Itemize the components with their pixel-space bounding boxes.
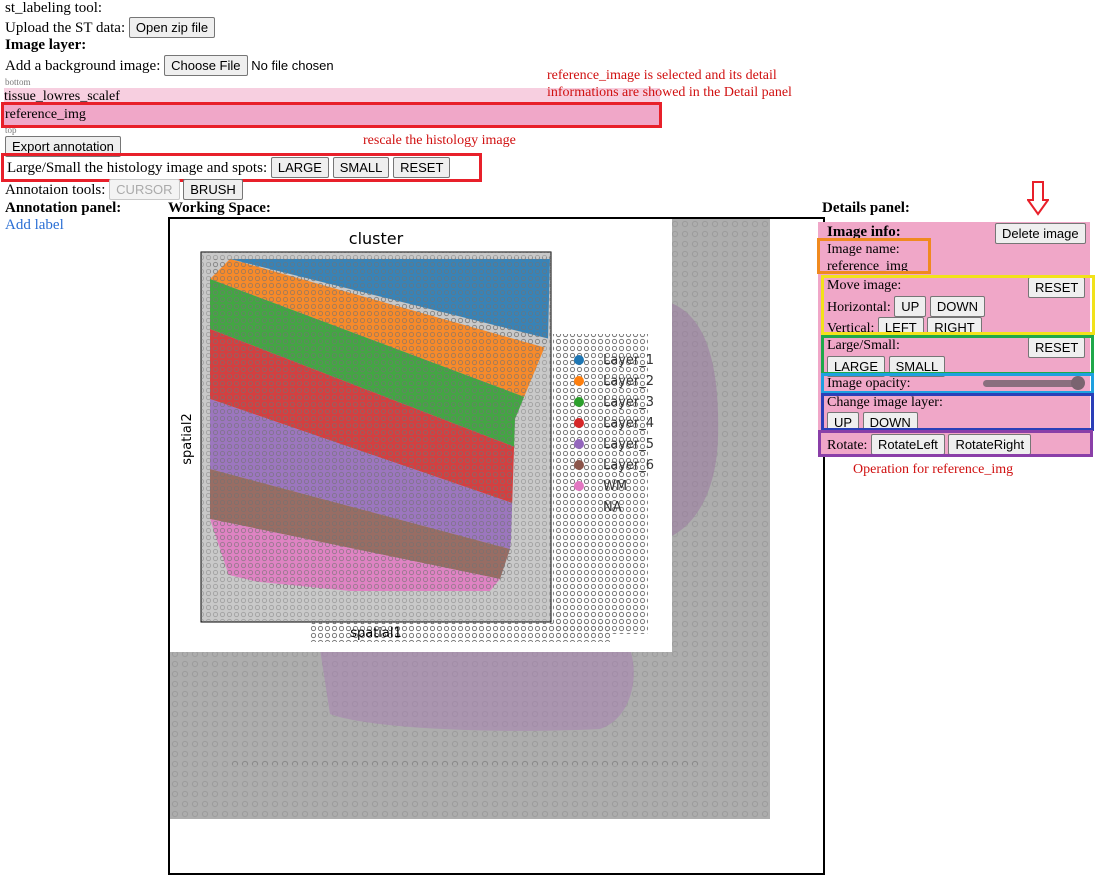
legend-marker [574, 481, 584, 491]
chart-xlabel: spatial1 [350, 626, 402, 641]
background-label: Add a background image: [5, 58, 161, 74]
no-file-text: No file chosen [251, 58, 334, 73]
legend-marker [574, 439, 584, 449]
open-zip-button[interactable]: Open zip file [128, 17, 216, 38]
arrow-down-icon [1027, 181, 1049, 216]
legend-label: Layer_2 [603, 374, 654, 389]
chart-title: cluster [349, 229, 404, 248]
selected-note: reference_image is selected and its deta… [547, 67, 792, 101]
working-space-heading: Working Space: [168, 200, 271, 216]
scale-highlight-box [1, 153, 482, 182]
add-label-link[interactable]: Add label [5, 217, 64, 234]
cluster-spot-grid [210, 257, 550, 591]
details-heading: Details panel: [822, 200, 910, 216]
legend-label: NA [603, 500, 622, 515]
spot-row-bottom [230, 759, 700, 765]
opacity-box [821, 373, 1094, 394]
image-name-box [817, 238, 931, 274]
rescale-note: rescale the histology image [363, 133, 516, 148]
legend-label: WM [603, 479, 627, 494]
upload-row: Upload the ST data: Open zip file [5, 17, 216, 38]
legend-marker [574, 355, 584, 365]
change-layer-box [821, 393, 1094, 431]
annotation-panel-heading: Annotation panel: [5, 200, 122, 216]
large-small-box [821, 335, 1094, 375]
legend-label: Layer_4 [603, 416, 654, 431]
legend-marker [574, 460, 584, 470]
legend-marker [574, 376, 584, 386]
legend-marker [574, 397, 584, 407]
working-space[interactable]: cluster spatial1 spatial2 Layer_1 Layer_2… [168, 217, 825, 875]
cursor-tool-button[interactable]: CURSOR [109, 179, 180, 200]
bottom-tag: bottom [5, 77, 31, 87]
legend-marker [574, 418, 584, 428]
delete-image-button[interactable]: Delete image [995, 223, 1086, 244]
annotation-tools-row: Annotaion tools: CURSOR BRUSH [5, 179, 243, 200]
legend-label: Layer_5 [603, 437, 654, 452]
background-row: Add a background image: Choose File No f… [5, 55, 334, 76]
brush-tool-button[interactable]: BRUSH [183, 179, 243, 200]
selection-highlight-box [1, 102, 662, 128]
working-space-canvas: cluster spatial1 spatial2 Layer_1 Layer_2… [170, 219, 770, 819]
choose-file-button[interactable]: Choose File [164, 55, 248, 76]
chart-ylabel: spatial2 [180, 413, 195, 465]
selected-note-line1: reference_image is selected and its deta… [547, 68, 777, 83]
operation-note: Operation for reference_img [853, 462, 1014, 477]
legend-label: Layer_6 [603, 458, 654, 473]
legend-label: Layer_3 [603, 395, 654, 410]
annotation-tools-label: Annotaion tools: [5, 182, 106, 198]
legend-label: Layer_1 [603, 353, 654, 368]
selected-note-line2: informations are showed in the Detail pa… [547, 85, 792, 100]
move-image-box [821, 275, 1095, 335]
image-layer-heading: Image layer: [5, 37, 87, 53]
top-tag: top [5, 125, 17, 135]
app-title: st_labeling tool: [5, 0, 103, 16]
spot-clusters [210, 257, 550, 591]
rotate-box [818, 430, 1093, 457]
upload-label: Upload the ST data: [5, 20, 126, 36]
layer-item-label: tissue_lowres_scalef [4, 89, 120, 102]
